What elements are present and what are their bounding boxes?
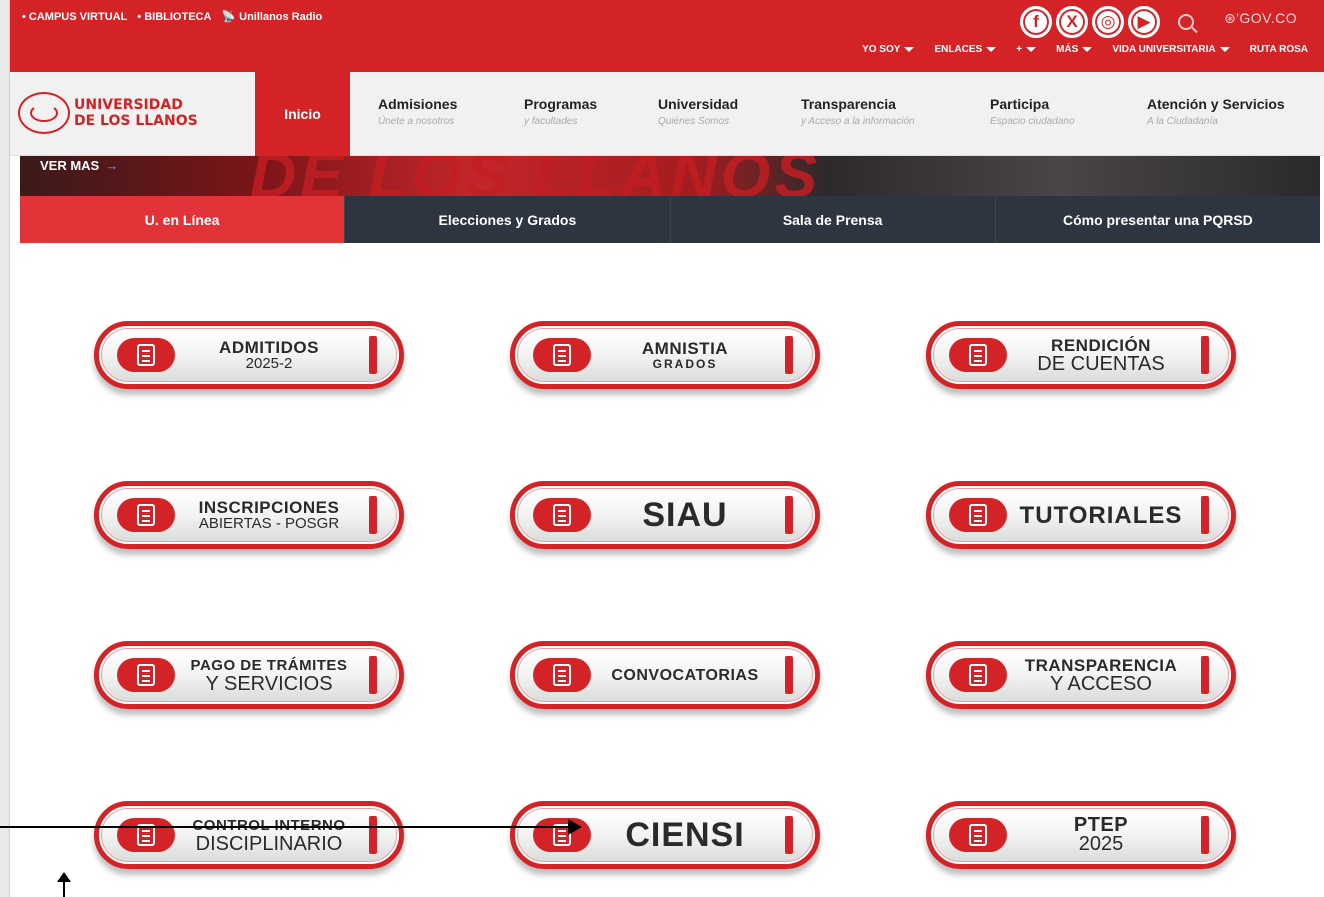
form-pencil-icon <box>117 498 175 532</box>
nav-admisiones[interactable]: Admisiones Únete a nosotros <box>378 96 457 127</box>
caret-down-icon <box>1026 47 1037 52</box>
radio-link[interactable]: 📡 Unillanos Radio <box>221 10 322 24</box>
red-bar <box>785 496 793 534</box>
nav-yo-soy[interactable]: YO SOY <box>862 44 915 55</box>
red-bar <box>1201 656 1209 694</box>
red-bar <box>369 656 377 694</box>
nav-plus[interactable]: + <box>1016 44 1037 55</box>
admitidos-button[interactable]: ADMITIDOS 2025-2 <box>94 321 404 389</box>
annotation-arrow-up <box>57 872 71 897</box>
nav-atencion-servicios[interactable]: Atención y Servicios A la Ciudadanía <box>1147 96 1285 127</box>
video-tutorial-icon <box>949 498 1007 532</box>
caret-down-icon <box>1219 47 1230 52</box>
annotation-arrow-right <box>0 819 582 835</box>
nav-ruta-rosa[interactable]: RUTA ROSA <box>1250 44 1308 55</box>
red-bar <box>1201 816 1209 854</box>
red-bar <box>785 336 793 374</box>
caret-down-icon <box>1082 47 1093 52</box>
red-bar <box>785 816 793 854</box>
arrow-right-icon: → <box>105 158 119 173</box>
transparency-icon <box>949 658 1007 692</box>
tab-bar: U. en Línea Elecciones y Grados Sala de … <box>20 196 1320 243</box>
nav-universidad[interactable]: Universidad Quiénes Somos <box>658 96 738 127</box>
transparencia-acceso-button[interactable]: TRANSPARENCIA Y ACCESO <box>926 641 1236 709</box>
nav-inicio[interactable]: Inicio <box>255 72 350 156</box>
ptep-button[interactable]: PTEP 2025 <box>926 801 1236 869</box>
red-bar <box>369 496 377 534</box>
clipboard-icon <box>117 338 175 372</box>
nav-mas[interactable]: MÁS <box>1056 44 1093 55</box>
campus-virtual-link[interactable]: • CAMPUS VIRTUAL <box>22 10 127 23</box>
payment-icon <box>117 658 175 692</box>
gov-co-link[interactable]: ⊛'GOV.CO <box>1224 10 1297 27</box>
nav-enlaces[interactable]: ENLACES <box>934 44 997 55</box>
pago-tramites-button[interactable]: PAGO DE TRÁMITES Y SERVICIOS <box>94 641 404 709</box>
nav-participa[interactable]: Participa Espacio ciudadano <box>990 96 1075 127</box>
announcement-icon <box>533 658 591 692</box>
tutoriales-button[interactable]: TUTORIALES <box>926 481 1236 549</box>
document-icon <box>949 818 1007 852</box>
support-chat-icon <box>533 498 591 532</box>
checklist-icon <box>117 818 175 852</box>
instagram-icon[interactable]: ◎ <box>1092 6 1124 38</box>
x-twitter-icon[interactable]: X <box>1056 6 1088 38</box>
browser-page: • CAMPUS VIRTUAL • BIBLIOTECA 📡 Unillanos… <box>9 0 1324 897</box>
radio-icon: 📡 <box>221 11 236 23</box>
university-logo[interactable]: UNIVERSIDAD DE LOS LLANOS <box>18 92 198 134</box>
tab-pqrsd[interactable]: Cómo presentar una PQRSD <box>996 196 1320 243</box>
amnistia-grados-button[interactable]: AMNISTIA GRADOS <box>510 321 820 389</box>
ver-mas-link[interactable]: VER MAS → <box>40 158 118 173</box>
youtube-icon[interactable]: ▶ <box>1128 6 1160 38</box>
red-bar <box>369 816 377 854</box>
red-bar <box>369 336 377 374</box>
siau-button[interactable]: SIAU <box>510 481 820 549</box>
magnifier-people-icon <box>949 338 1007 372</box>
red-bar <box>785 656 793 694</box>
clipboard-check-icon <box>533 818 591 852</box>
banner-text: DE LOS LLANOS <box>250 156 822 196</box>
secondary-nav: YO SOY ENLACES + MÁS VIDA UNIVERSITARIA … <box>862 44 1308 55</box>
caret-down-icon <box>904 47 915 52</box>
control-interno-button[interactable]: CONTROL INTERNO DISCIPLINARIO <box>94 801 404 869</box>
tab-sala-prensa[interactable]: Sala de Prensa <box>671 196 996 243</box>
biblioteca-link[interactable]: • BIBLIOTECA <box>137 10 211 23</box>
nav-transparencia[interactable]: Transparencia y Acceso a la información <box>801 96 915 127</box>
red-bar <box>1201 336 1209 374</box>
inscripciones-button[interactable]: INSCRIPCIONES ABIERTAS - POSGR <box>94 481 404 549</box>
graduation-icon <box>533 338 591 372</box>
nav-programas[interactable]: Programas y facultades <box>524 96 597 127</box>
top-links: • CAMPUS VIRTUAL • BIBLIOTECA 📡 Unillanos… <box>22 10 322 24</box>
tab-elecciones-grados[interactable]: Elecciones y Grados <box>345 196 671 243</box>
main-nav: UNIVERSIDAD DE LOS LLANOS Inicio Admisio… <box>10 72 1324 156</box>
social-icons: f X ◎ ▶ <box>1020 6 1194 38</box>
red-bar <box>1201 496 1209 534</box>
facebook-icon[interactable]: f <box>1020 6 1052 38</box>
rendicion-cuentas-button[interactable]: RENDICIÓN DE CUENTAS <box>926 321 1236 389</box>
top-bar: • CAMPUS VIRTUAL • BIBLIOTECA 📡 Unillanos… <box>10 0 1324 72</box>
tab-u-en-linea[interactable]: U. en Línea <box>20 196 346 243</box>
logo-text: UNIVERSIDAD DE LOS LLANOS <box>74 97 198 129</box>
search-icon[interactable] <box>1178 14 1194 30</box>
caret-down-icon <box>986 47 997 52</box>
hero-banner: DE LOS LLANOS VER MAS → <box>20 156 1320 196</box>
quick-access-grid: ADMITIDOS 2025-2 AMNISTIA GRADOS RENDICIÓN… <box>20 243 1320 897</box>
ciensi-button[interactable]: CIENSI <box>510 801 820 869</box>
logo-emblem-icon <box>18 92 70 134</box>
nav-vida-universitaria[interactable]: VIDA UNIVERSITARIA <box>1112 44 1230 55</box>
convocatorias-button[interactable]: CONVOCATORIAS <box>510 641 820 709</box>
